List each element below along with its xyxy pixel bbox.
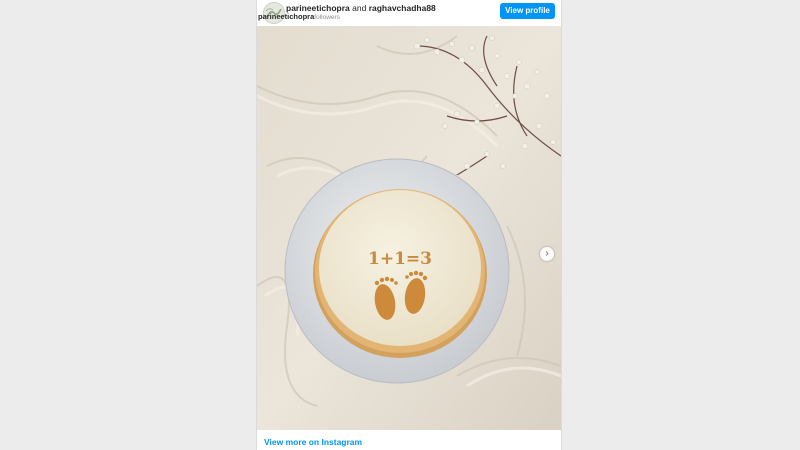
view-profile-button[interactable]: View profile [500, 3, 555, 19]
instagram-embed: parineetichopra and raghavchadha88 parin… [256, 0, 562, 450]
username-secondary[interactable]: raghavchadha88 [369, 3, 436, 13]
username-joiner: and [349, 3, 369, 13]
post-header: parineetichopra and raghavchadha88 parin… [257, 0, 561, 26]
cake-photo: 1+1=3 [257, 26, 561, 430]
view-more-link[interactable]: View more on Instagram [264, 437, 362, 447]
post-photo[interactable]: 1+1=3 › [257, 26, 561, 430]
chevron-right-icon[interactable]: › [540, 247, 554, 261]
ghost-sub: followers [314, 14, 340, 21]
cake-text: 1+1=3 [368, 249, 432, 269]
ghost-username: parineetichoprafollowers [258, 12, 340, 21]
ghost-name: parineetichopra [258, 12, 315, 21]
